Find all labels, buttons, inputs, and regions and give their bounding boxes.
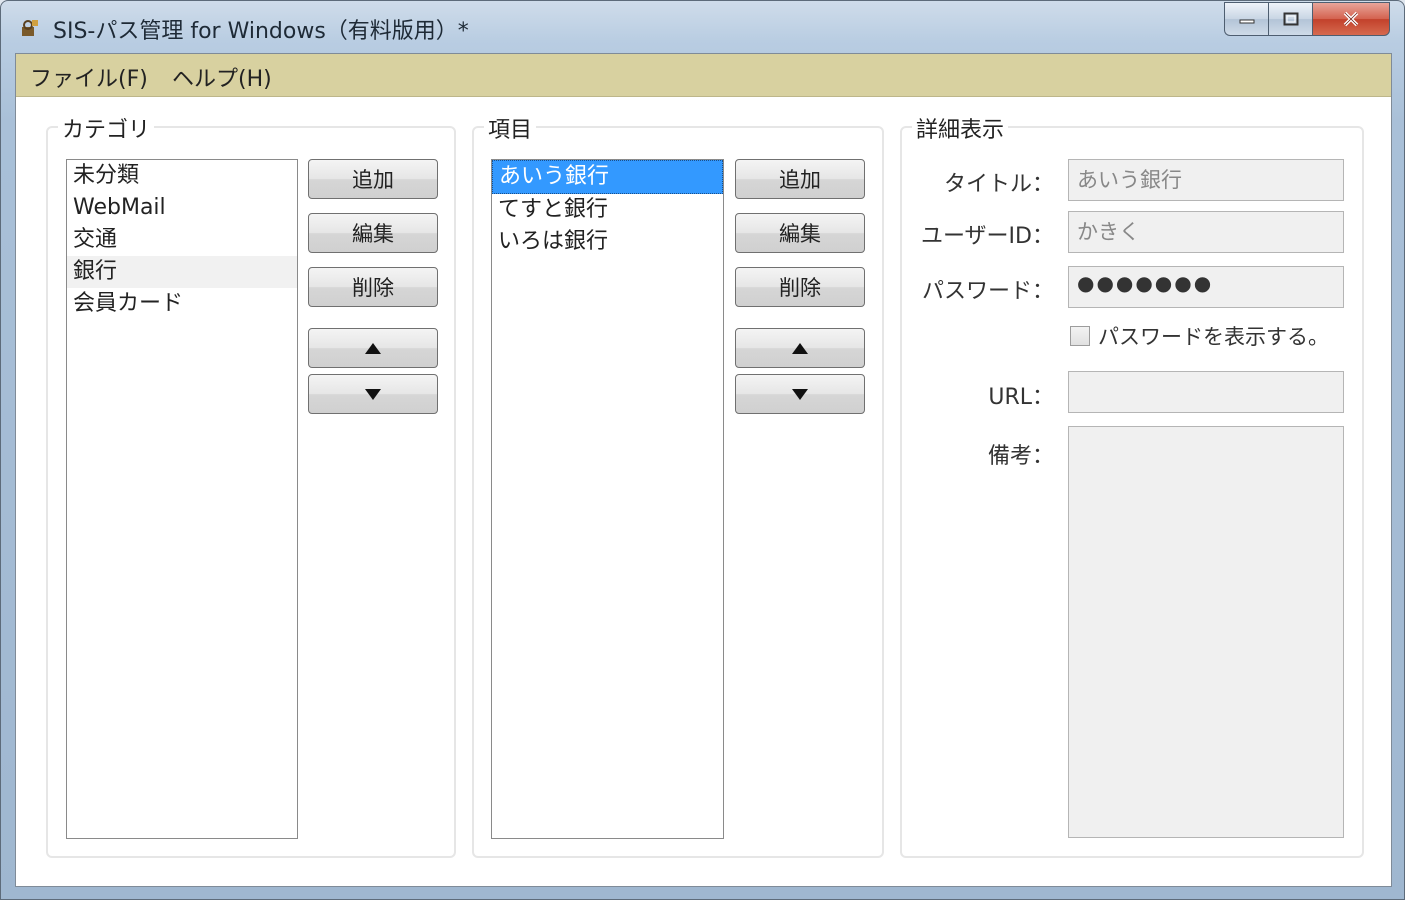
entry-list-item[interactable]: いろは銀行 xyxy=(492,226,723,258)
category-list-item[interactable]: 会員カード xyxy=(67,288,297,320)
entries-group-title: 項目 xyxy=(484,112,537,144)
minimize-icon xyxy=(1239,19,1254,24)
app-icon xyxy=(22,20,38,36)
close-icon xyxy=(1343,11,1359,27)
show-password-label[interactable]: パスワードを表示する。 xyxy=(1098,321,1329,351)
userid-field[interactable]: かきく xyxy=(1068,211,1344,253)
category-list-item[interactable]: 未分類 xyxy=(67,160,297,192)
category-list-item[interactable]: 交通 xyxy=(67,224,297,256)
title-bar[interactable]: SIS-パス管理 for Windows（有料版用）* xyxy=(1,1,1404,53)
entry-add-button[interactable]: 追加 xyxy=(735,159,865,199)
down-arrow-icon xyxy=(792,388,808,400)
details-group-title: 詳細表示 xyxy=(912,112,1009,144)
down-arrow-icon xyxy=(365,388,381,400)
title-field[interactable]: あいう銀行 xyxy=(1068,159,1344,201)
up-arrow-icon xyxy=(792,342,808,354)
notes-label: 備考： xyxy=(987,444,1054,469)
maximize-icon xyxy=(1283,12,1298,26)
category-move-down-button[interactable] xyxy=(308,374,438,414)
client-area: ファイル(F) ヘルプ(H) カテゴリ 未分類 WebMail 交通 銀行 会員カード … xyxy=(15,53,1392,887)
minimize-button[interactable] xyxy=(1224,2,1268,36)
notes-field[interactable] xyxy=(1068,426,1344,838)
close-button[interactable] xyxy=(1312,2,1390,36)
entry-delete-button[interactable]: 削除 xyxy=(735,267,865,307)
password-field[interactable]: ●●●●●●● xyxy=(1068,266,1344,308)
category-group-title: カテゴリ xyxy=(58,112,155,144)
category-list-item[interactable]: WebMail xyxy=(67,192,297,224)
category-list-item[interactable]: 銀行 xyxy=(67,256,297,288)
category-list[interactable]: 未分類 WebMail 交通 銀行 会員カード xyxy=(66,159,298,839)
app-window: SIS-パス管理 for Windows（有料版用）* ファイル(F) ヘルプ(… xyxy=(0,0,1405,900)
menu-file[interactable]: ファイル(F) xyxy=(30,61,148,93)
window-title: SIS-パス管理 for Windows（有料版用）* xyxy=(53,19,469,44)
category-add-button[interactable]: 追加 xyxy=(308,159,438,199)
entry-move-down-button[interactable] xyxy=(735,374,865,414)
category-move-up-button[interactable] xyxy=(308,328,438,368)
url-label: URL： xyxy=(988,385,1054,410)
show-password-checkbox[interactable] xyxy=(1070,326,1090,346)
category-edit-button[interactable]: 編集 xyxy=(308,213,438,253)
category-delete-button[interactable]: 削除 xyxy=(308,267,438,307)
userid-label: ユーザーID： xyxy=(921,224,1054,249)
entry-move-up-button[interactable] xyxy=(735,328,865,368)
password-value: ●●●●●●● xyxy=(1077,271,1214,295)
maximize-button[interactable] xyxy=(1268,2,1312,36)
menu-help[interactable]: ヘルプ(H) xyxy=(172,61,272,93)
entry-list-item[interactable]: てすと銀行 xyxy=(492,194,723,226)
url-field[interactable] xyxy=(1068,371,1344,413)
entry-list-item[interactable]: あいう銀行 xyxy=(492,160,723,194)
title-label: タイトル： xyxy=(943,172,1054,197)
entry-edit-button[interactable]: 編集 xyxy=(735,213,865,253)
up-arrow-icon xyxy=(365,342,381,354)
entries-list[interactable]: あいう銀行 てすと銀行 いろは銀行 xyxy=(491,159,724,839)
password-label: パスワード： xyxy=(921,279,1054,304)
menu-bar: ファイル(F) ヘルプ(H) xyxy=(16,54,1391,97)
